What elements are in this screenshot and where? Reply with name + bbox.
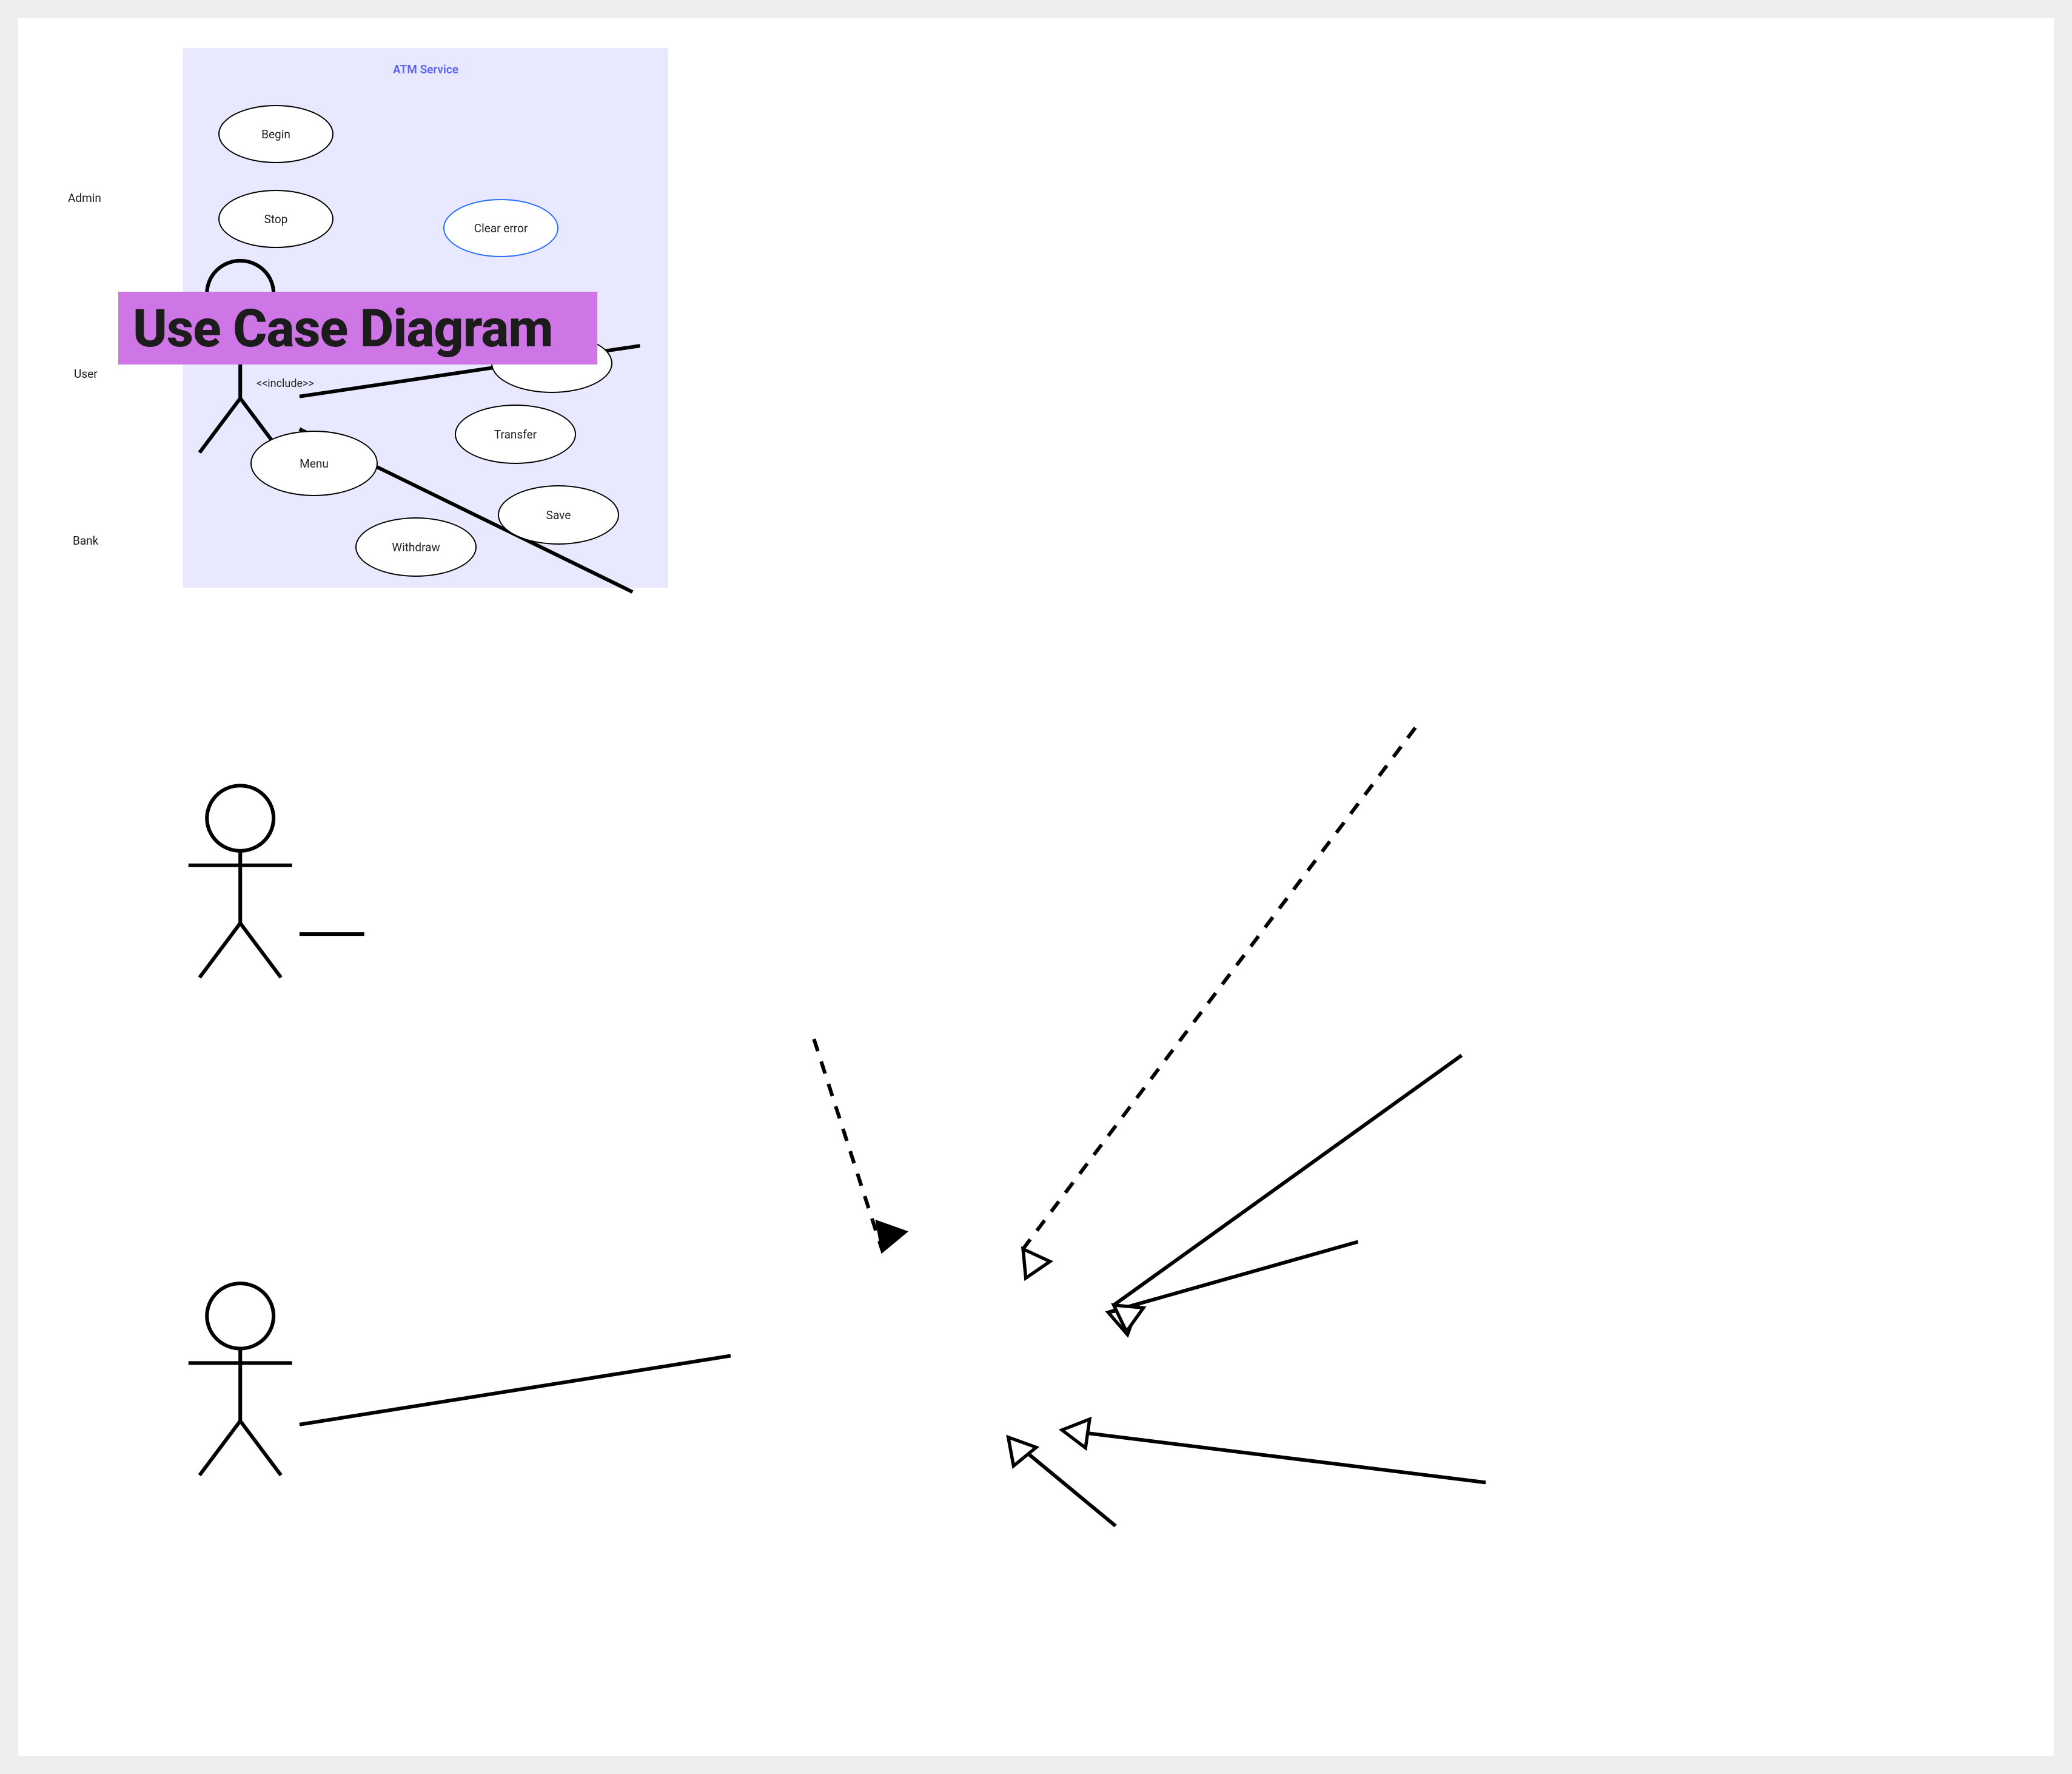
title-banner-text: Use Case Diagram <box>133 298 553 359</box>
actor-label-user: User <box>74 367 98 381</box>
actor-figure-user <box>189 785 292 977</box>
actor-label-admin: Admin <box>68 191 101 205</box>
usecase-label-transfer: Transfer <box>494 428 537 442</box>
usecase-label-save: Save <box>546 508 571 522</box>
usecase-label-menu: Menu <box>300 457 329 471</box>
usecase-label-stop: Stop <box>264 212 288 226</box>
usecase-withdraw: Withdraw <box>355 517 477 577</box>
usecase-begin: Begin <box>218 105 334 163</box>
usecase-transfer: Transfer <box>455 405 576 464</box>
actor-figure-bank <box>189 1283 292 1475</box>
system-boundary-label: ATM Service <box>183 62 668 76</box>
actor-label-bank: Bank <box>73 534 98 548</box>
usecase-label-begin: Begin <box>261 127 290 141</box>
include-relation-label: <<include>> <box>256 377 314 390</box>
usecase-label-clearerror: Clear error <box>474 221 528 235</box>
title-banner: Use Case Diagram <box>118 292 597 365</box>
page-canvas: ATM Service Begin Stop Clear error Menu Tran… <box>18 18 2054 1756</box>
diagram-stage: ATM Service Begin Stop Clear error Menu Tran… <box>18 18 2054 1756</box>
usecase-stop: Stop <box>218 190 334 248</box>
usecase-label-withdraw: Withdraw <box>392 540 440 554</box>
usecase-menu: Menu <box>250 431 378 496</box>
usecase-save: Save <box>498 485 619 545</box>
usecase-clearerror: Clear error <box>443 199 558 257</box>
